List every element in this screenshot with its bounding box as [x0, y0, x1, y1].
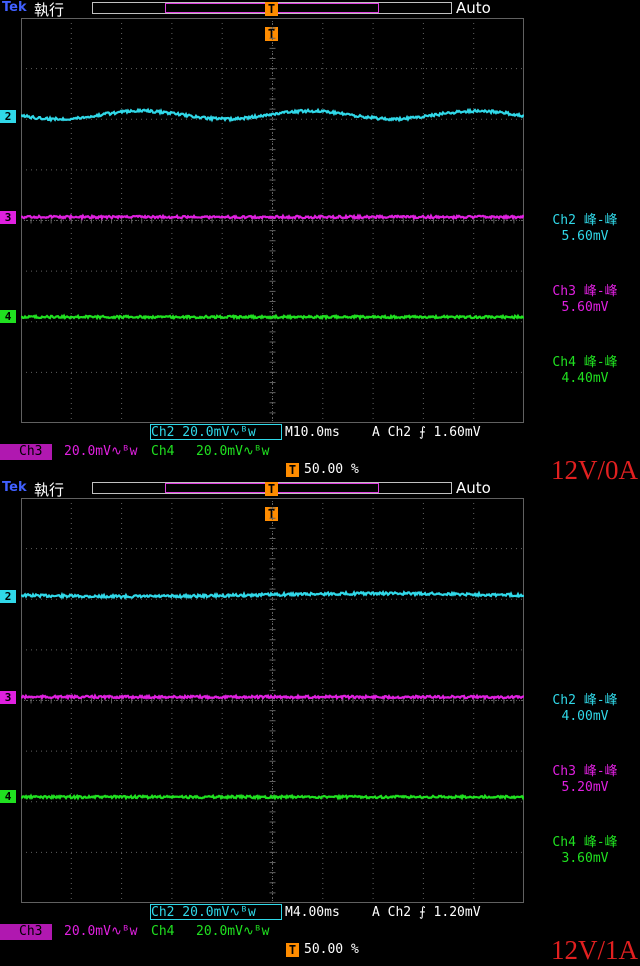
meas-label: Ch2 峰-峰 — [552, 693, 618, 708]
meas-label: Ch4 峰-峰 — [552, 355, 618, 370]
ch4-marker[interactable]: 4 — [0, 790, 21, 803]
meas-value: 4.40mV — [561, 371, 609, 386]
test-condition-label: 12V/1A — [551, 935, 638, 965]
measurement-ch2: Ch2 峰-峰 5.60mV — [530, 213, 640, 245]
brand-logo: Tek — [2, 0, 27, 15]
run-state: 執行 — [34, 481, 65, 499]
waveform-graticule — [21, 18, 524, 423]
trigger-position-icon: T — [265, 482, 278, 496]
meas-label: Ch4 峰-峰 — [552, 835, 618, 850]
meas-value: 4.00mV — [561, 709, 609, 724]
trigger-source[interactable]: A Ch2 ⨍ 1.20mV — [372, 905, 481, 921]
meas-label: Ch3 峰-峰 — [552, 764, 618, 779]
timebase[interactable]: M10.0ms — [285, 425, 340, 441]
measurement-ch4: Ch4 峰-峰 3.60mV — [530, 835, 640, 867]
ch4-label[interactable]: Ch4 — [151, 924, 174, 940]
ch4-marker[interactable]: 4 — [0, 310, 21, 323]
measurement-ch4: Ch4 峰-峰 4.40mV — [530, 355, 640, 387]
scope-screen-1: Tek 執行 T Auto T 2 3 4 Ch2 峰-峰 5.60mV Ch3… — [0, 0, 640, 485]
timebase[interactable]: M4.00ms — [285, 905, 340, 921]
trigger-position[interactable]: 50.00 % — [304, 942, 359, 958]
ch2-scale-box — [150, 904, 282, 920]
ch3-scale[interactable]: 20.0mV∿ᴮw — [64, 444, 138, 460]
waveform-graticule — [21, 498, 524, 903]
measurement-ch2: Ch2 峰-峰 4.00mV — [530, 693, 640, 725]
ch4-label[interactable]: Ch4 — [151, 444, 174, 460]
ch3-marker[interactable]: 3 — [0, 691, 21, 704]
trigger-position-icon: T — [265, 2, 278, 16]
measurement-ch3: Ch3 峰-峰 5.20mV — [530, 764, 640, 796]
meas-label: Ch3 峰-峰 — [552, 284, 618, 299]
trigger-position[interactable]: 50.00 % — [304, 462, 359, 478]
ch4-scale[interactable]: 20.0mV∿ᴮw — [196, 444, 270, 460]
trigger-mode: Auto — [456, 479, 491, 497]
run-state: 執行 — [34, 1, 65, 19]
brand-logo: Tek — [2, 480, 27, 495]
ch2-marker[interactable]: 2 — [0, 110, 21, 123]
ch4-scale[interactable]: 20.0mV∿ᴮw — [196, 924, 270, 940]
ch4-waveform — [21, 793, 524, 801]
ch2-scale-box — [150, 424, 282, 440]
meas-value: 5.60mV — [561, 229, 609, 244]
measurement-ch3: Ch3 峰-峰 5.60mV — [530, 284, 640, 316]
meas-label: Ch2 峰-峰 — [552, 213, 618, 228]
ch3-waveform — [21, 213, 524, 221]
scope-screen-2: Tek 執行 T Auto T 2 3 4 Ch2 峰-峰 4.00mV Ch3… — [0, 479, 640, 965]
trigger-pos-icon: T — [286, 943, 299, 957]
ch3-marker[interactable]: 3 — [0, 211, 21, 224]
ch2-marker[interactable]: 2 — [0, 590, 21, 603]
meas-value: 5.60mV — [561, 300, 609, 315]
ch3-scale[interactable]: 20.0mV∿ᴮw — [64, 924, 138, 940]
top-status-bar: Tek 執行 T Auto — [0, 0, 640, 19]
ch4-waveform — [21, 313, 524, 321]
trigger-source[interactable]: A Ch2 ⨍ 1.60mV — [372, 425, 481, 441]
meas-value: 5.20mV — [561, 780, 609, 795]
meas-value: 3.60mV — [561, 851, 609, 866]
ch3-label[interactable]: Ch3 — [19, 924, 42, 940]
trigger-pos-icon: T — [286, 463, 299, 477]
top-status-bar: Tek 執行 T Auto — [0, 479, 640, 499]
trigger-mode: Auto — [456, 0, 491, 17]
ch3-label[interactable]: Ch3 — [19, 444, 42, 460]
